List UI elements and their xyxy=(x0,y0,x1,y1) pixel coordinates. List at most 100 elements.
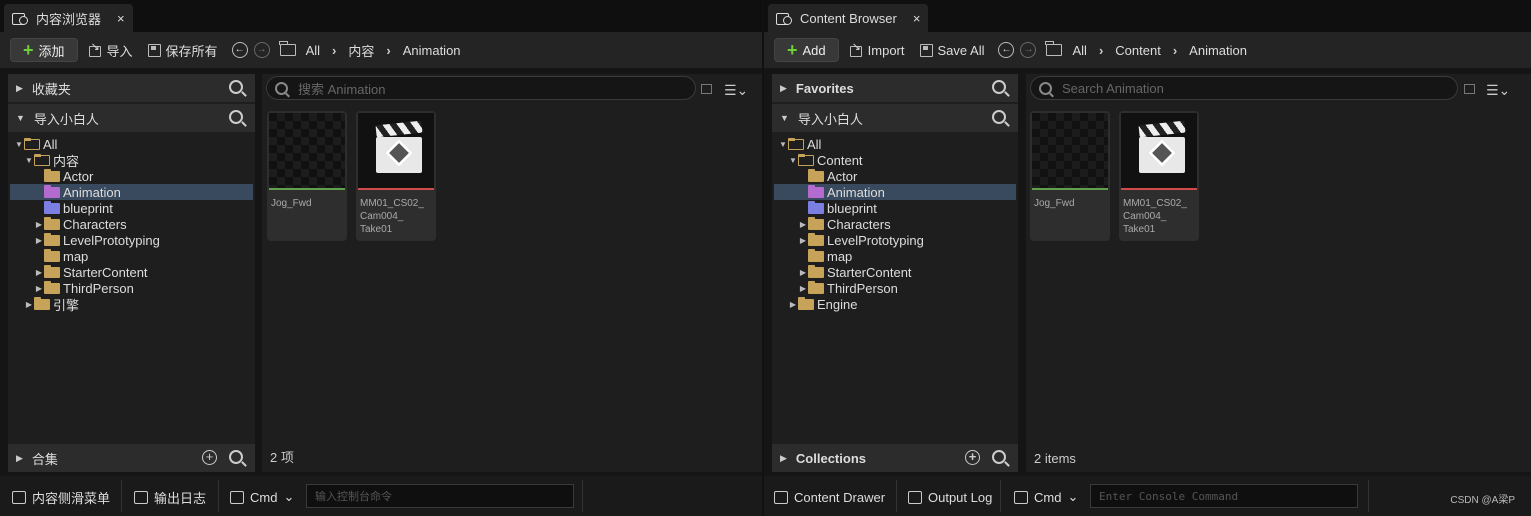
expand-triangle-icon[interactable]: ▶ xyxy=(34,236,44,245)
collections-header[interactable]: ▶ 合集 + xyxy=(8,444,255,472)
breadcrumb-animation[interactable]: Animation xyxy=(1189,43,1247,58)
favorites-header[interactable]: ▶ Favorites xyxy=(772,74,1018,102)
expand-triangle-icon[interactable]: ▶ xyxy=(788,300,798,309)
close-tab-button[interactable]: × xyxy=(117,11,125,26)
search-icon[interactable] xyxy=(992,110,1006,124)
expand-triangle-icon[interactable]: ▶ xyxy=(34,284,44,293)
item-count: 2 项 xyxy=(270,450,294,465)
favorites-header[interactable]: ▶ 收藏夹 xyxy=(8,74,255,102)
cmd-dropdown[interactable]: Cmd ⌄ xyxy=(230,484,294,510)
tree-item[interactable]: Actor xyxy=(774,168,1016,184)
filter-icon[interactable]: ☰⌄ xyxy=(1486,82,1510,99)
tree-item[interactable]: ▼ Content xyxy=(774,152,1016,168)
tree-item[interactable]: ▼ 内容 xyxy=(10,152,253,169)
console-input[interactable]: Enter Console Command xyxy=(1090,484,1358,508)
expand-triangle-icon[interactable]: ▶ xyxy=(798,268,808,277)
asset-search-input[interactable]: 搜索 Animation xyxy=(266,76,696,100)
output-log-label: 输出日志 xyxy=(154,490,207,506)
chevron-right-icon[interactable]: › xyxy=(386,43,390,58)
clapperboard-icon xyxy=(374,120,424,175)
folder-icon[interactable] xyxy=(278,41,296,56)
chevron-right-icon[interactable]: › xyxy=(1099,43,1103,58)
tree-item[interactable]: ▶ 引擎 xyxy=(10,296,253,313)
breadcrumb-content[interactable]: 内容 xyxy=(348,41,374,60)
project-header[interactable]: ▼ 导入小白人 xyxy=(8,104,255,132)
collapse-triangle-icon[interactable]: ▼ xyxy=(778,140,788,149)
add-button[interactable]: + 添加 xyxy=(10,38,78,62)
save-search-icon[interactable] xyxy=(701,84,712,94)
search-icon[interactable] xyxy=(229,80,243,94)
collections-header[interactable]: ▶ Collections + xyxy=(772,444,1018,472)
expand-triangle-icon[interactable]: ▶ xyxy=(24,300,34,309)
expand-triangle-icon[interactable]: ▶ xyxy=(34,268,44,277)
content-drawer-icon xyxy=(12,490,26,504)
content-drawer-button[interactable]: Content Drawer xyxy=(774,484,885,510)
tree-item[interactable]: ▶ ThirdPerson xyxy=(10,280,253,296)
back-arrow-icon[interactable]: ← xyxy=(998,42,1015,58)
collapse-triangle-icon[interactable]: ▼ xyxy=(14,140,24,149)
chevron-right-icon[interactable]: › xyxy=(332,43,336,58)
folder-icon xyxy=(34,296,50,310)
forward-arrow-icon[interactable]: → xyxy=(253,42,270,58)
tree-item[interactable]: ▶ ThirdPerson xyxy=(774,280,1016,296)
save-all-button[interactable]: Save All xyxy=(919,43,984,58)
tree-item-label: map xyxy=(63,248,89,264)
content-drawer-button[interactable]: 内容侧滑菜单 xyxy=(12,484,110,510)
asset-card[interactable]: Jog_Fwd xyxy=(1030,111,1110,241)
back-arrow-icon[interactable]: ← xyxy=(231,42,248,58)
project-header[interactable]: ▼ 导入小白人 xyxy=(772,104,1018,132)
asset-card[interactable]: MM01_CS02_ Cam004_ Take01 xyxy=(356,111,436,241)
save-all-button[interactable]: 保存所有 xyxy=(147,41,218,60)
console-input[interactable]: 输入控制台命令 xyxy=(306,484,574,508)
filter-icon[interactable]: ☰⌄ xyxy=(724,82,748,99)
search-icon[interactable] xyxy=(992,80,1006,94)
collapse-triangle-icon[interactable]: ▼ xyxy=(788,156,798,165)
expand-triangle-icon[interactable]: ▶ xyxy=(798,236,808,245)
expand-triangle-icon[interactable]: ▶ xyxy=(798,220,808,229)
search-icon[interactable] xyxy=(992,450,1006,464)
tree-item[interactable]: blueprint xyxy=(774,200,1016,216)
asset-search-input[interactable]: Search Animation xyxy=(1030,76,1458,100)
expand-triangle-icon[interactable]: ▶ xyxy=(798,284,808,293)
tree-item[interactable]: map xyxy=(774,248,1016,264)
tab-content-browser[interactable]: 内容浏览器 × xyxy=(4,4,133,32)
folder-icon[interactable] xyxy=(1045,41,1063,56)
collapse-triangle-icon[interactable]: ▼ xyxy=(24,156,34,165)
add-collection-icon[interactable]: + xyxy=(965,450,980,465)
forward-arrow-icon[interactable]: → xyxy=(1020,42,1037,58)
asset-card[interactable]: MM01_CS02_ Cam004_ Take01 xyxy=(1119,111,1199,241)
add-button[interactable]: + Add xyxy=(774,38,839,62)
save-search-icon[interactable] xyxy=(1464,84,1475,94)
tree-item[interactable]: ▼ All xyxy=(10,136,253,152)
asset-card[interactable]: Jog_Fwd xyxy=(267,111,347,241)
tree-item[interactable]: blueprint xyxy=(10,200,253,216)
tree-item[interactable]: ▶ StarterContent xyxy=(774,264,1016,280)
expand-triangle-icon[interactable]: ▶ xyxy=(34,220,44,229)
breadcrumb-animation[interactable]: Animation xyxy=(403,43,461,58)
import-button[interactable]: Import xyxy=(849,40,905,58)
breadcrumb-content[interactable]: Content xyxy=(1115,43,1161,58)
tree-item[interactable]: ▼ All xyxy=(774,136,1016,152)
tree-item[interactable]: ▶ LevelPrototyping xyxy=(774,232,1016,248)
tree-item[interactable]: ▶ Engine xyxy=(774,296,1016,312)
tree-item[interactable]: ▶ Characters xyxy=(774,216,1016,232)
tab-content-browser[interactable]: Content Browser × xyxy=(768,4,929,32)
tree-item[interactable]: ▶ Characters xyxy=(10,216,253,232)
tree-item[interactable]: ▶ StarterContent xyxy=(10,264,253,280)
tree-item[interactable]: ▶ LevelPrototyping xyxy=(10,232,253,248)
tree-item[interactable]: Actor xyxy=(10,168,253,184)
breadcrumb-all[interactable]: All xyxy=(306,43,320,58)
tree-item[interactable]: map xyxy=(10,248,253,264)
add-collection-icon[interactable]: + xyxy=(202,450,217,465)
output-log-button[interactable]: Output Log xyxy=(908,484,992,510)
tree-item[interactable]: Animation xyxy=(774,184,1016,200)
breadcrumb-all[interactable]: All xyxy=(1072,43,1086,58)
cmd-dropdown[interactable]: Cmd ⌄ xyxy=(1014,484,1078,510)
search-icon[interactable] xyxy=(229,110,243,124)
close-tab-button[interactable]: × xyxy=(913,11,921,26)
output-log-button[interactable]: 输出日志 xyxy=(134,484,206,510)
tree-item[interactable]: Animation xyxy=(10,184,253,200)
search-icon[interactable] xyxy=(229,450,243,464)
chevron-right-icon[interactable]: › xyxy=(1173,43,1177,58)
import-button[interactable]: 导入 xyxy=(88,40,133,60)
